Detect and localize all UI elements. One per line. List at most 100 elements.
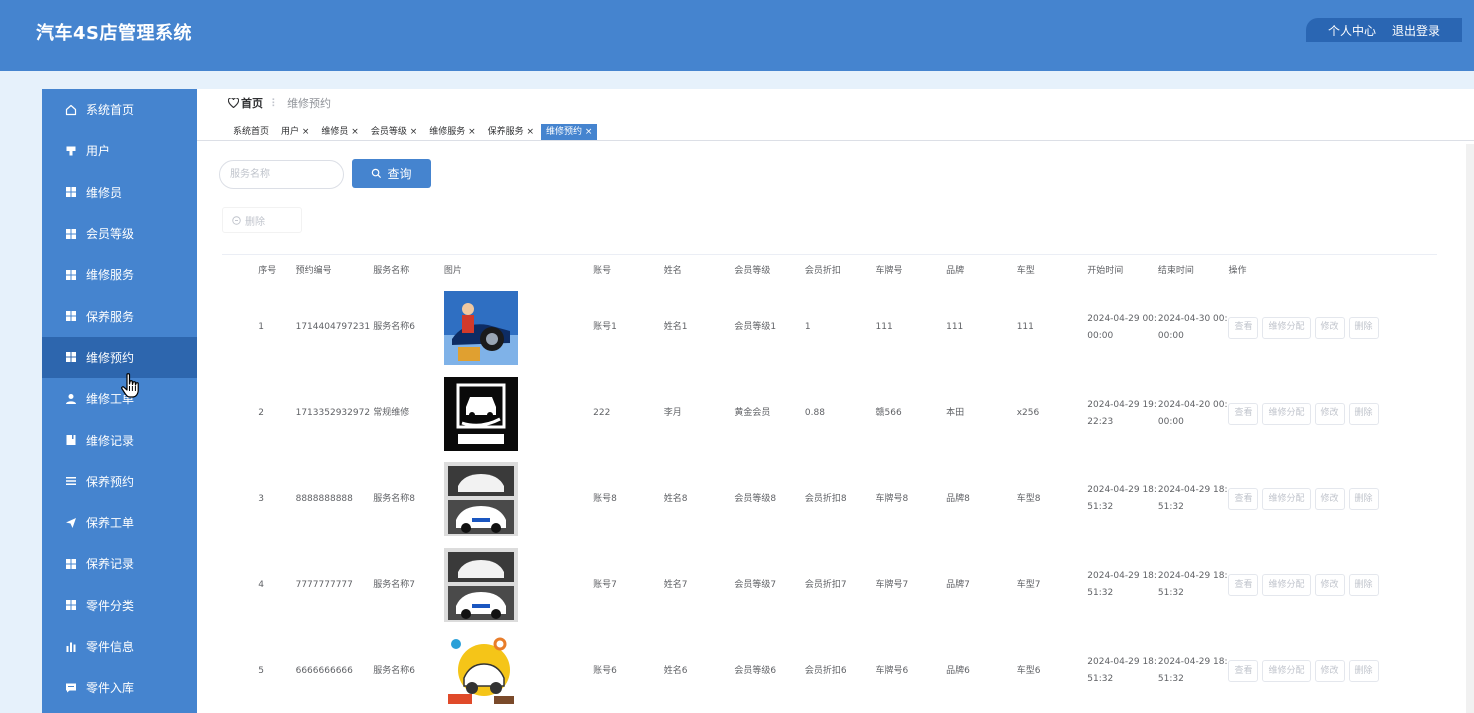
sidebar-item-11[interactable]: 保养记录 <box>42 543 197 584</box>
cell-code: 7777777777 <box>295 579 353 590</box>
cell-level: 会员等级8 <box>734 493 777 504</box>
assign-repair-button[interactable]: 维修分配 <box>1262 316 1311 339</box>
sidebar-item-label: 零件分类 <box>86 598 135 613</box>
cell-end: 2024-04-29 18:51:32 <box>1157 571 1228 599</box>
tab-6[interactable]: 维修预约 × <box>541 124 598 140</box>
cell-service: 常规维修 <box>373 408 410 419</box>
column-header-13: 结束时间 <box>1157 266 1194 276</box>
edit-button[interactable]: 修改 <box>1314 574 1345 597</box>
edit-button[interactable]: 修改 <box>1314 488 1345 511</box>
search-button[interactable]: 查询 <box>352 159 431 188</box>
cell-model: 车型8 <box>1016 493 1041 504</box>
sidebar-item-label: 零件入库 <box>86 681 135 696</box>
view-button[interactable]: 查看 <box>1228 316 1259 339</box>
service-name-search-input[interactable] <box>219 160 344 189</box>
mechanic-tire-image <box>443 290 518 365</box>
row-select-cell[interactable] <box>222 457 258 543</box>
cell-brand: 本田 <box>946 408 965 419</box>
view-button[interactable]: 查看 <box>1228 402 1259 425</box>
sidebar-item-1[interactable]: 用户 <box>42 130 197 171</box>
cell-end: 2024-04-29 18:51:32 <box>1157 657 1228 685</box>
sidebar-item-13[interactable]: 零件信息 <box>42 626 197 667</box>
cell-plate: 赣566 <box>875 408 902 419</box>
delete-button[interactable]: 删除 <box>1348 488 1379 511</box>
column-header-11: 车型 <box>1016 266 1035 276</box>
view-button[interactable]: 查看 <box>1228 660 1259 683</box>
car-care-sign-image <box>443 376 518 451</box>
cell-no: 4 <box>258 579 265 590</box>
batch-delete-button[interactable]: 删除 <box>222 207 302 233</box>
breadcrumb: 首页 ⠇ 维修预约 <box>228 95 331 111</box>
cell-actions: 查看 维修分配 修改 删除 <box>1228 457 1392 543</box>
user-icon <box>65 145 77 157</box>
search-button-label: 查询 <box>387 167 412 181</box>
row-select-cell[interactable] <box>222 628 258 713</box>
view-button[interactable]: 查看 <box>1228 488 1259 511</box>
row-select-cell[interactable] <box>222 285 258 371</box>
tab-4[interactable]: 维修服务 × <box>424 124 480 140</box>
cell-image <box>443 285 593 371</box>
sidebar-item-10[interactable]: 保养工单 <box>42 502 197 543</box>
cell-name: 姓名6 <box>663 665 688 676</box>
sidebar-item-4[interactable]: 维修服务 <box>42 254 197 295</box>
sidebar-item-label: 保养预约 <box>86 474 135 489</box>
cell-end: 2024-04-20 00:00:00 <box>1157 399 1228 427</box>
sidebar-item-9[interactable]: 保养预约 <box>42 461 197 502</box>
sidebar-item-2[interactable]: 维修员 <box>42 172 197 213</box>
cell-start: 2024-04-29 19:22:23 <box>1087 399 1157 427</box>
assign-repair-button[interactable]: 维修分配 <box>1262 660 1311 683</box>
profile-link[interactable]: 个人中心 <box>1328 22 1376 39</box>
column-header-7: 会员等级 <box>734 266 771 276</box>
tab-0[interactable]: 系统首页 <box>228 124 274 140</box>
sidebar-item-label: 维修员 <box>86 185 123 200</box>
column-header-4: 图片 <box>443 266 462 276</box>
hand-cursor-icon <box>121 373 139 398</box>
logout-link[interactable]: 退出登录 <box>1392 22 1440 39</box>
sidebar-item-8[interactable]: 维修记录 <box>42 419 197 460</box>
tab-2[interactable]: 维修员 × <box>316 124 363 140</box>
cell-actions: 查看 维修分配 修改 删除 <box>1228 628 1392 713</box>
scrollbar[interactable] <box>1466 144 1474 713</box>
cell-level: 会员等级1 <box>734 322 777 333</box>
delete-button[interactable]: 删除 <box>1348 574 1379 597</box>
row-select-cell[interactable] <box>222 371 258 457</box>
cell-code: 1714404797231 <box>295 322 371 333</box>
sidebar-item-0[interactable]: 系统首页 <box>42 89 197 130</box>
sidebar-item-5[interactable]: 保养服务 <box>42 295 197 336</box>
book-icon <box>65 434 77 446</box>
cell-brand: 111 <box>946 322 964 333</box>
cell-image <box>443 371 593 457</box>
app-title: 汽车4S店管理系统 <box>36 23 192 44</box>
cell-image <box>443 542 593 628</box>
tab-3[interactable]: 会员等级 × <box>366 124 422 140</box>
edit-button[interactable]: 修改 <box>1314 316 1345 339</box>
tab-1[interactable]: 用户 × <box>276 124 314 140</box>
sidebar-item-12[interactable]: 零件分类 <box>42 585 197 626</box>
tab-5[interactable]: 保养服务 × <box>483 124 539 140</box>
table-row: 1 1714404797231 服务名称6 账号1 姓名1 会员等级1 1 111 111 111… <box>222 285 1392 371</box>
sidebar-item-3[interactable]: 会员等级 <box>42 213 197 254</box>
assign-repair-button[interactable]: 维修分配 <box>1262 402 1311 425</box>
view-button[interactable]: 查看 <box>1228 574 1259 597</box>
delete-button[interactable]: 删除 <box>1348 402 1379 425</box>
row-select-cell[interactable] <box>222 542 258 628</box>
cell-no: 1 <box>258 322 265 333</box>
cell-name: 李月 <box>663 408 682 419</box>
cell-account: 222 <box>593 408 611 419</box>
sidebar-item-14[interactable]: 零件入库 <box>42 667 197 708</box>
column-header-10: 品牌 <box>946 266 965 276</box>
cell-brand: 品牌8 <box>946 493 970 504</box>
assign-repair-button[interactable]: 维修分配 <box>1262 488 1311 511</box>
cell-code: 6666666666 <box>295 665 353 676</box>
cell-start: 2024-04-29 00:00:00 <box>1087 313 1157 341</box>
home-icon <box>65 104 77 116</box>
sidebar: 系统首页 用户 维修员 会员等级 维修服务 保养服务 维修预约 维修工单 维修记录 保养预约 保养工… <box>42 89 197 713</box>
delete-button[interactable]: 删除 <box>1348 316 1379 339</box>
assign-repair-button[interactable]: 维修分配 <box>1262 574 1311 597</box>
breadcrumb-home[interactable]: 首页 <box>228 95 263 111</box>
edit-button[interactable]: 修改 <box>1314 402 1345 425</box>
cell-discount: 0.88 <box>804 408 825 419</box>
sidebar-item-label: 维修服务 <box>86 268 135 283</box>
delete-button[interactable]: 删除 <box>1348 660 1379 683</box>
edit-button[interactable]: 修改 <box>1314 660 1345 683</box>
